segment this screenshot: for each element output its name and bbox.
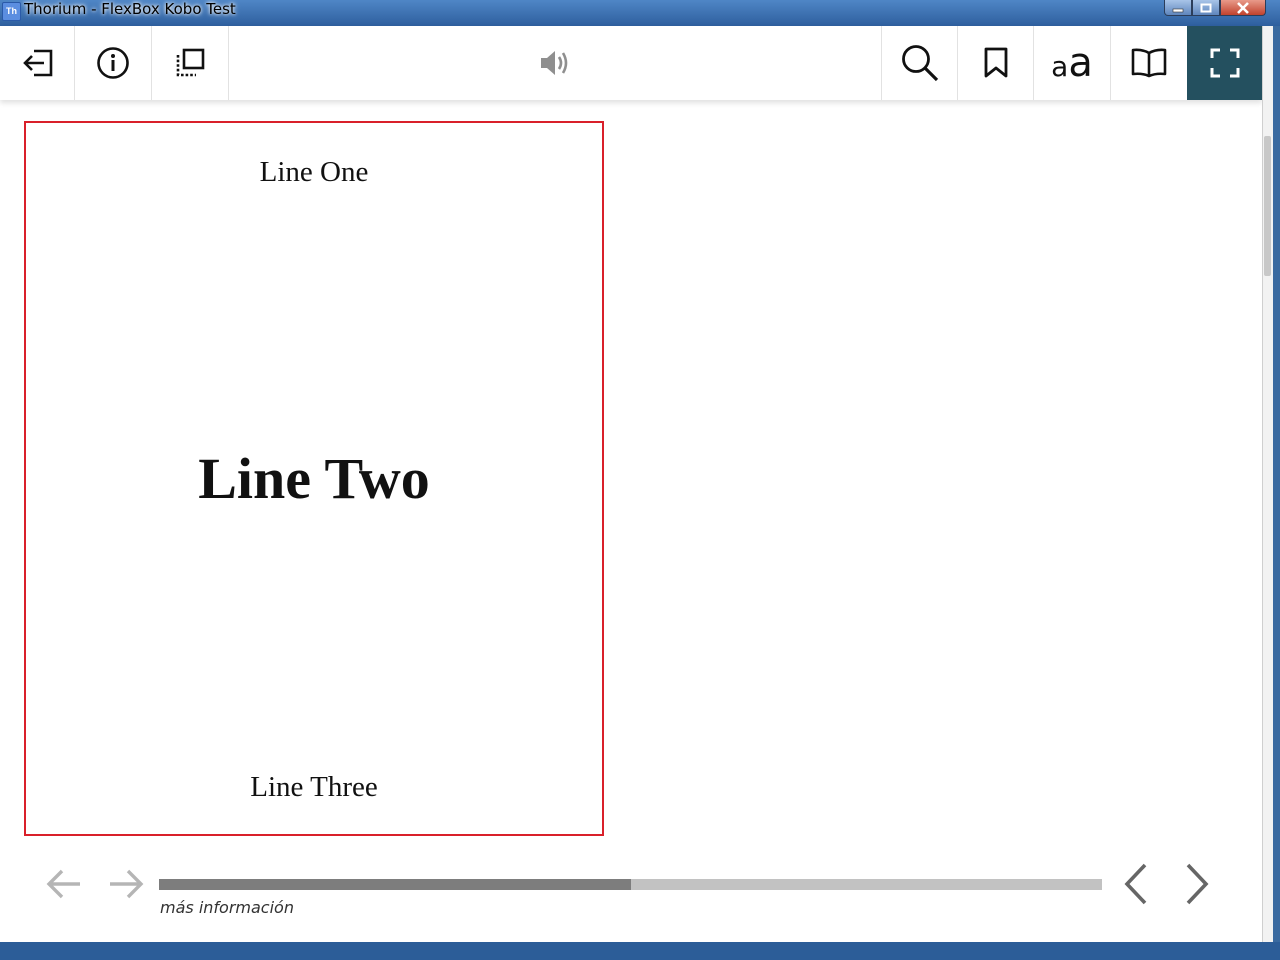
- close-icon: [1237, 1, 1249, 14]
- arrow-right-icon: [110, 869, 144, 899]
- window-controls: [1164, 0, 1266, 16]
- history-back-button[interactable]: [42, 862, 86, 906]
- small-a: a: [1051, 50, 1069, 83]
- reading-mode-button[interactable]: [1110, 26, 1187, 100]
- reader-content: Line One Line Two Line Three: [0, 100, 1262, 840]
- minimize-icon: [1172, 8, 1184, 12]
- text-settings-button[interactable]: a a: [1033, 26, 1110, 100]
- speaker-icon: [541, 51, 568, 75]
- window-title: Thorium - FlexBox Kobo Test: [24, 0, 236, 18]
- chevron-left-icon: [1124, 863, 1147, 905]
- toc-button[interactable]: [151, 26, 229, 100]
- line-one-text: Line One: [259, 156, 369, 188]
- vertical-scrollbar[interactable]: [1262, 26, 1273, 942]
- line-three-text: Line Three: [250, 771, 378, 803]
- chevron-right-icon: [1186, 863, 1209, 905]
- maximize-button[interactable]: [1192, 0, 1220, 16]
- toc-icon: [176, 48, 205, 77]
- history-forward-button[interactable]: [104, 862, 148, 906]
- arrow-left-icon: [46, 869, 80, 899]
- window-title-bar: Th Thorium - FlexBox Kobo Test: [0, 0, 1280, 26]
- info-button[interactable]: [74, 26, 151, 100]
- read-aloud-button[interactable]: [516, 26, 592, 100]
- bookmark-icon: [984, 47, 1008, 78]
- fullscreen-button[interactable]: [1187, 26, 1263, 100]
- previous-page-button[interactable]: [1114, 862, 1158, 906]
- reading-mode-icon: [1131, 48, 1167, 78]
- window-bottom-border: [0, 942, 1280, 960]
- text-settings-icon: a a: [1051, 40, 1093, 86]
- reading-progress-fill: [159, 879, 631, 890]
- maximize-icon: [1200, 3, 1212, 12]
- line-two-heading: Line Two: [198, 446, 430, 511]
- fullscreen-icon: [1210, 48, 1240, 78]
- large-a: a: [1068, 40, 1093, 86]
- reading-progress-bar[interactable]: [159, 879, 1102, 890]
- reader-toolbar: a a: [0, 26, 1263, 100]
- minimize-button[interactable]: [1164, 0, 1192, 16]
- next-page-button[interactable]: [1175, 862, 1219, 906]
- info-icon: [97, 47, 129, 79]
- bookmark-button[interactable]: [957, 26, 1034, 100]
- book-page: Line One Line Two Line Three: [24, 121, 604, 836]
- search-icon: [902, 45, 939, 82]
- scrollbar-thumb[interactable]: [1264, 136, 1271, 276]
- more-info-link[interactable]: más información: [160, 898, 294, 917]
- exit-button[interactable]: [0, 26, 76, 100]
- app-logo-icon: Th: [2, 2, 21, 21]
- exit-icon: [23, 49, 53, 77]
- reader-footer: más información: [0, 840, 1262, 942]
- search-button[interactable]: [881, 26, 958, 100]
- close-button[interactable]: [1220, 0, 1266, 16]
